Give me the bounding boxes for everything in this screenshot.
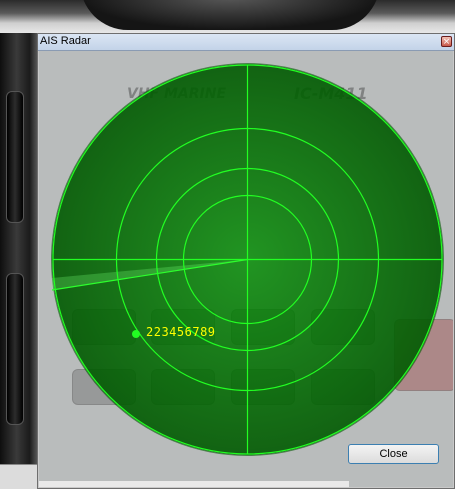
vessel-dot-icon[interactable] (132, 330, 140, 338)
radar-sweep-line (52, 258, 248, 291)
radar-graphics (52, 64, 443, 455)
target-mmsi-label[interactable]: 223456789 (146, 325, 216, 339)
background-device-left (0, 33, 37, 489)
background-device-top (0, 0, 455, 33)
radar-scope: 223456789 (52, 64, 443, 455)
ais-radar-window: AIS Radar × VHF MARINE IC-M411 (37, 33, 455, 489)
background-status-strip (39, 481, 349, 487)
close-button[interactable]: Close (348, 444, 439, 464)
background-slot (6, 273, 24, 425)
background-slot (6, 91, 24, 223)
close-icon[interactable]: × (441, 36, 452, 47)
background-knob (80, 0, 380, 30)
radar-panel: VHF MARINE IC-M411 (39, 51, 453, 487)
window-title: AIS Radar (40, 35, 91, 47)
title-bar[interactable]: AIS Radar × (38, 34, 454, 51)
background-status-strip (0, 464, 37, 489)
